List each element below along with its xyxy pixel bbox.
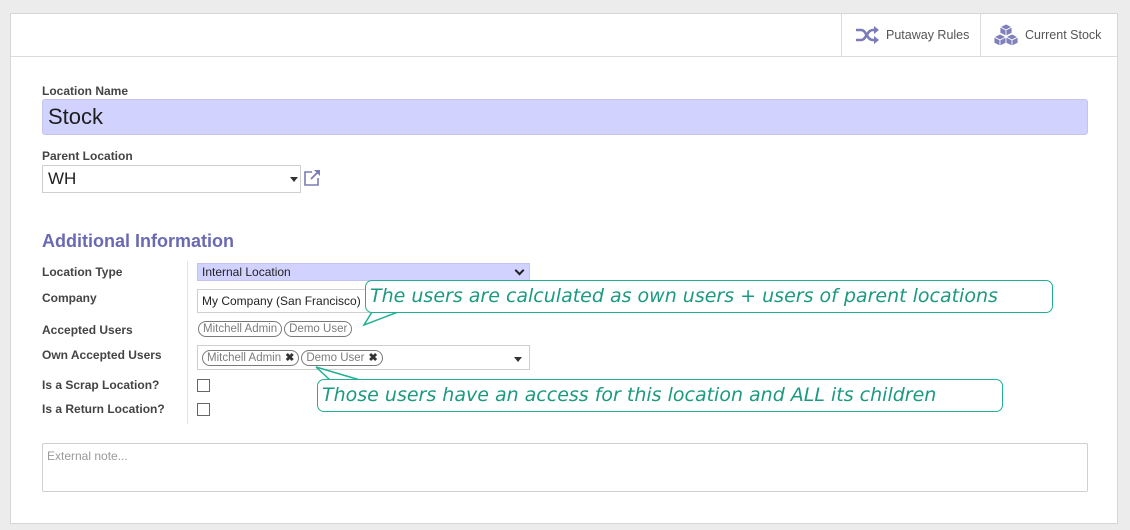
external-link-icon[interactable] [303, 169, 321, 187]
shuffle-icon [854, 24, 880, 46]
putaway-rules-label: Putaway Rules [886, 28, 970, 42]
location-name-label: Location Name [42, 84, 129, 98]
label-divider [187, 261, 188, 424]
location-type-label: Location Type [42, 265, 123, 279]
current-stock-button[interactable]: Current Stock [980, 14, 1119, 56]
cubes-icon [993, 24, 1019, 46]
location-type-value: Internal Location [202, 265, 291, 279]
own-user-tag-label: Mitchell Admin [207, 352, 282, 364]
caret-down-icon[interactable] [514, 357, 522, 362]
button-box: Putaway Rules Current Stock [11, 14, 1117, 57]
parent-location-input[interactable]: WH [42, 165, 301, 193]
callout-annotation: Those users have an access for this loca… [317, 379, 1003, 412]
own-user-tag-label: Demo User [306, 352, 365, 364]
accepted-users-tags: Mitchell Admin Demo User [198, 321, 354, 339]
remove-tag-icon[interactable]: ✖ [369, 352, 378, 364]
parent-location-label: Parent Location [42, 149, 133, 163]
scrap-location-label: Is a Scrap Location? [42, 378, 160, 392]
accepted-users-label: Accepted Users [42, 323, 133, 337]
scrap-location-checkbox[interactable] [197, 379, 210, 392]
parent-location-value: WH [48, 169, 77, 188]
return-location-checkbox[interactable] [197, 403, 210, 416]
current-stock-label: Current Stock [1025, 28, 1102, 42]
section-title-additional-info: Additional Information [42, 231, 234, 251]
own-user-tag: Mitchell Admin ✖ [202, 350, 300, 366]
remove-tag-icon[interactable]: ✖ [285, 352, 294, 364]
location-type-select[interactable]: Internal Location [197, 263, 530, 281]
callout-annotation: The users are calculated as own users + … [365, 280, 1053, 313]
chevron-down-icon [514, 265, 525, 276]
caret-down-icon[interactable] [290, 177, 298, 182]
accepted-user-tag: Mitchell Admin [198, 321, 283, 337]
putaway-rules-button[interactable]: Putaway Rules [841, 14, 981, 56]
company-input[interactable]: My Company (San Francisco) [197, 289, 387, 313]
accepted-user-tag: Demo User [284, 321, 353, 337]
location-name-input[interactable]: Stock [42, 99, 1088, 135]
external-note-textarea[interactable]: External note... [42, 443, 1088, 492]
return-location-label: Is a Return Location? [42, 402, 165, 416]
form-sheet: Putaway Rules Current Stock Location Nam… [10, 13, 1118, 524]
company-label: Company [42, 291, 97, 305]
own-accepted-users-label: Own Accepted Users [42, 348, 162, 362]
